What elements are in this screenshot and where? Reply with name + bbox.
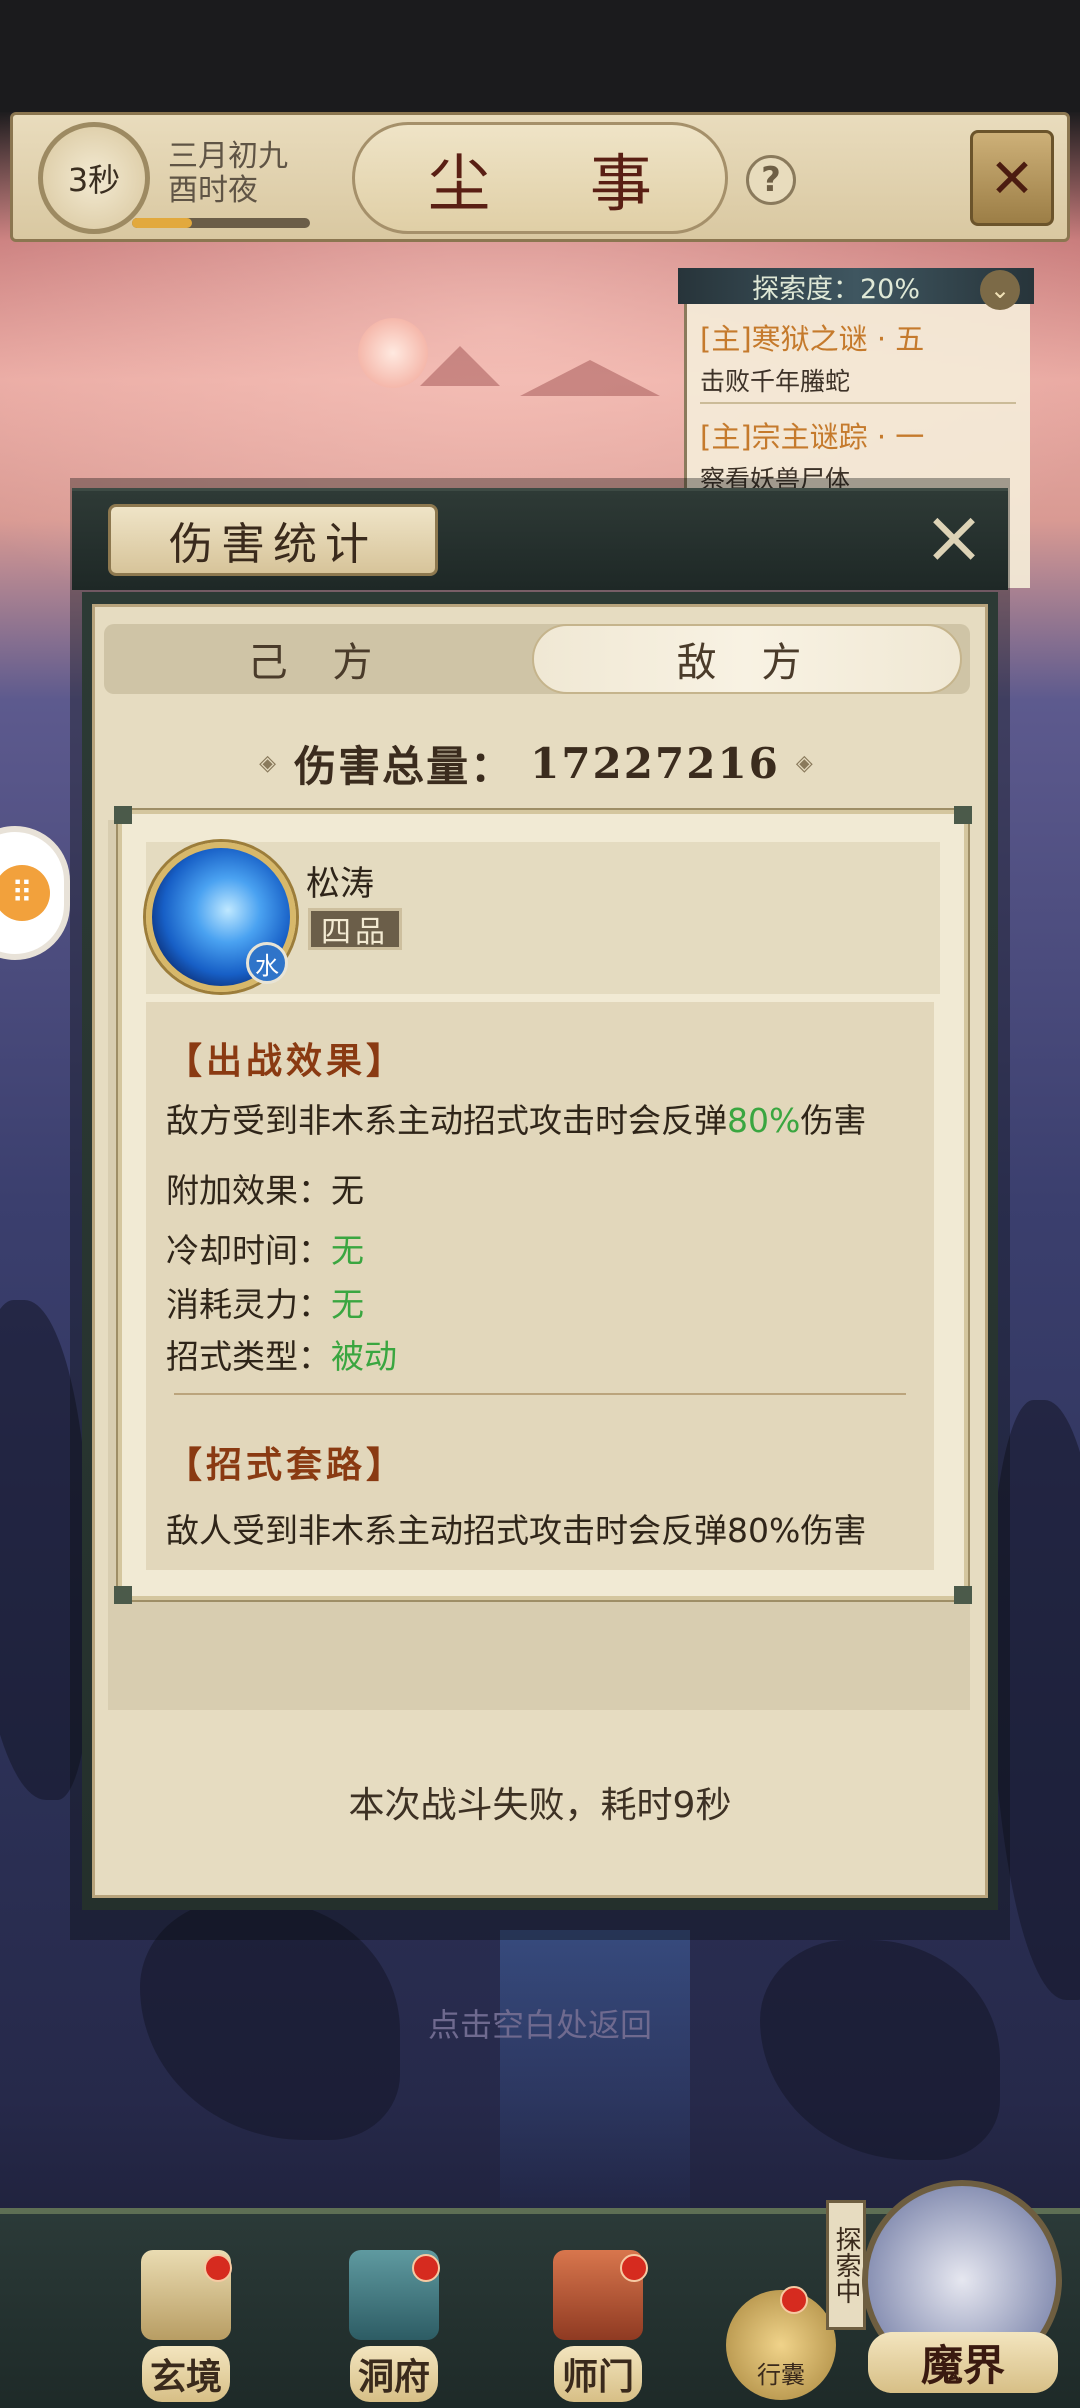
cooldown-value: 无 bbox=[331, 1231, 364, 1270]
crossed-swords-icon: ✕ bbox=[989, 146, 1035, 210]
mountain-decoration bbox=[520, 360, 660, 396]
demon-realm-label[interactable]: 魔界 bbox=[868, 2332, 1058, 2393]
skill-type-label: 招式类型： bbox=[166, 1337, 331, 1376]
total-damage-label: 伤害总量： bbox=[294, 741, 515, 791]
corner-ornament bbox=[954, 1586, 972, 1604]
section-divider bbox=[174, 1393, 906, 1395]
element-badge: 水 bbox=[246, 942, 288, 984]
total-damage: ◈ 伤害总量： 17227216 ◈ bbox=[104, 728, 970, 798]
effect-desc-suffix: 伤害 bbox=[800, 1101, 867, 1140]
effect-desc-percent: 80% bbox=[727, 1101, 801, 1140]
tab-own-side[interactable]: 己 方 bbox=[104, 624, 532, 694]
cooldown: 冷却时间：无 bbox=[166, 1224, 364, 1272]
time-progress-bar bbox=[132, 218, 310, 228]
corner-ornament bbox=[114, 1586, 132, 1604]
diamond-icon: ◈ bbox=[259, 750, 279, 776]
routine-description: 敌人受到非木系主动招式攻击时会反弹80%伤害 bbox=[166, 1511, 867, 1550]
effect-desc-prefix: 敌方受到非木系主动招式攻击时会反弹 bbox=[166, 1101, 727, 1140]
skill-grade: 四品 bbox=[308, 908, 402, 950]
alert-dot bbox=[412, 2254, 440, 2282]
game-date: 三月初九 酉时夜 bbox=[168, 140, 288, 208]
portal-glow bbox=[500, 1930, 690, 2210]
date-line-1: 三月初九 bbox=[168, 139, 288, 174]
alert-dot bbox=[204, 2254, 232, 2282]
nav-label: 师门 bbox=[553, 2346, 642, 2402]
spirit-cost-label: 消耗灵力： bbox=[166, 1285, 331, 1324]
corner-ornament bbox=[954, 806, 972, 824]
sun-decoration bbox=[358, 318, 428, 388]
chevron-down-icon[interactable]: ⌄ bbox=[980, 270, 1020, 310]
question-mark-icon: ? bbox=[761, 160, 781, 200]
tap-to-return-hint[interactable]: 点击空白处返回 bbox=[0, 2000, 1080, 2046]
skill-type: 招式类型：被动 bbox=[166, 1330, 397, 1378]
exploring-tag: 探索中 bbox=[826, 2200, 866, 2330]
effect-description: 敌方受到非木系主动招式攻击时会反弹80%伤害 bbox=[166, 1094, 866, 1142]
close-icon[interactable]: × bbox=[918, 500, 990, 574]
quest-subtitle: 击败千年螣蛇 bbox=[700, 367, 851, 396]
crossed-swords-button[interactable]: ✕ bbox=[970, 130, 1054, 226]
extra-effect: 附加效果：无 bbox=[166, 1164, 364, 1212]
tab-enemy-side[interactable]: 敌 方 bbox=[532, 624, 962, 694]
quest-title[interactable]: [主]寒狱之谜 · 五 bbox=[700, 316, 924, 358]
spirit-cost: 消耗灵力：无 bbox=[166, 1278, 364, 1326]
effect-section-title: 【出战效果】 bbox=[166, 1040, 407, 1082]
routine-section-title: 【招式套路】 bbox=[166, 1444, 407, 1486]
status-area bbox=[0, 0, 1080, 112]
extra-effect-label: 附加效果： bbox=[166, 1171, 331, 1210]
spirit-cost-value: 无 bbox=[331, 1285, 364, 1324]
nav-label: 玄境 bbox=[141, 2346, 230, 2402]
alert-dot bbox=[620, 2254, 648, 2282]
total-damage-value: 17227216 bbox=[530, 738, 780, 788]
battle-result: 本次战斗失败，耗时9秒 bbox=[348, 1785, 732, 1826]
skill-name: 松涛 bbox=[306, 864, 374, 904]
nav-label: 洞府 bbox=[349, 2346, 438, 2402]
chat-bubble-icon: ⠿ bbox=[0, 865, 50, 921]
quest-divider bbox=[700, 402, 1016, 404]
time-progress-fill bbox=[132, 218, 192, 228]
page-title: 尘 事 bbox=[352, 122, 728, 234]
countdown-timer: 3秒 bbox=[38, 122, 150, 234]
help-button[interactable]: ? bbox=[746, 155, 796, 205]
modal-title: 伤害统计 bbox=[108, 504, 438, 576]
date-line-2: 酉时夜 bbox=[168, 173, 258, 208]
tree-decoration bbox=[760, 1940, 1000, 2160]
diamond-icon: ◈ bbox=[795, 750, 815, 776]
mountain-decoration bbox=[420, 346, 500, 386]
cooldown-label: 冷却时间： bbox=[166, 1231, 331, 1270]
corner-ornament bbox=[114, 806, 132, 824]
alert-dot bbox=[780, 2286, 808, 2314]
extra-effect-value: 无 bbox=[331, 1171, 364, 1210]
skill-type-value: 被动 bbox=[331, 1337, 397, 1376]
quest-title[interactable]: [主]宗主谜踪 · 一 bbox=[700, 414, 924, 456]
